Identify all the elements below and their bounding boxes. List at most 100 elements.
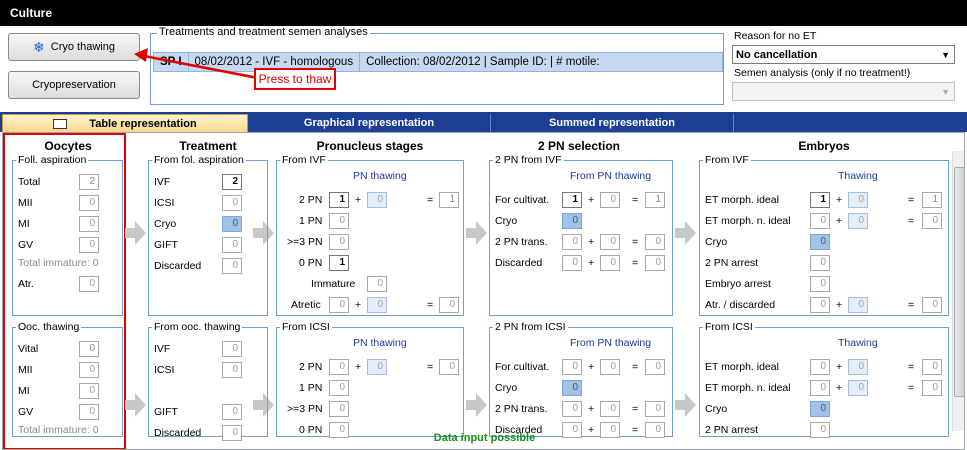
- treatment-thawing-legend: From ooc. thawing: [152, 321, 243, 333]
- label-discarded: Discarded: [495, 257, 543, 269]
- reason-dropdown[interactable]: No cancellation ▼: [732, 45, 955, 64]
- field-cryo[interactable]: 0: [222, 216, 242, 232]
- field-nideal[interactable]: 0: [810, 213, 830, 229]
- field-disc-thaw[interactable]: 0: [600, 255, 620, 271]
- tab-table-label: Table representation: [89, 117, 197, 130]
- field-trans[interactable]: 0: [562, 401, 582, 417]
- cryo-thawing-button[interactable]: ❄ Cryo thawing: [8, 33, 140, 61]
- plus-sign: +: [836, 299, 843, 311]
- field-gift[interactable]: 0: [222, 237, 242, 253]
- vertical-scrollbar[interactable]: [952, 151, 964, 431]
- field-atretic[interactable]: 0: [329, 297, 349, 313]
- plus-sign: +: [588, 361, 595, 373]
- field-nideal-sum: 0: [922, 380, 942, 396]
- pn-selection-title: 2 PN selection: [537, 139, 621, 153]
- equals-sign: =: [908, 194, 915, 206]
- field-ideal-thaw[interactable]: 0: [848, 359, 868, 375]
- field-cultivat-thaw[interactable]: 0: [600, 192, 620, 208]
- label-embryo-arrest: Embryo arrest: [705, 278, 771, 290]
- field-cultivat[interactable]: 0: [562, 359, 582, 375]
- field-disc[interactable]: 0: [562, 255, 582, 271]
- flow-arrow-icon: [675, 393, 696, 417]
- field-cultivat-sum: 0: [645, 359, 665, 375]
- field-icsi[interactable]: 0: [222, 195, 242, 211]
- from-pn-thawing-header: From PN thawing: [570, 170, 652, 182]
- field-embryo-arrest[interactable]: 0: [810, 276, 830, 292]
- scrollbar-thumb[interactable]: [954, 167, 964, 397]
- field-2pn-thaw[interactable]: 0: [367, 359, 387, 375]
- field-cryo[interactable]: 0: [810, 234, 830, 250]
- field-0pn[interactable]: 1: [329, 255, 349, 271]
- treatment-collection: Collection: 08/02/2012 | Sample ID: | # …: [366, 56, 600, 68]
- flow-arrow-icon: [675, 221, 696, 245]
- field-atretic-thaw[interactable]: 0: [367, 297, 387, 313]
- field-cryo[interactable]: 0: [562, 380, 582, 396]
- field-2pn-sum: 0: [439, 359, 459, 375]
- label-1pn: 1 PN: [299, 382, 323, 394]
- emb-ivf-legend: From IVF: [703, 154, 751, 166]
- field-2pn-thaw[interactable]: 0: [367, 192, 387, 208]
- label-2pn-trans: 2 PN trans.: [495, 236, 548, 248]
- annotation-arrow: [134, 48, 259, 80]
- field-3pn[interactable]: 0: [329, 234, 349, 250]
- sel-icsi-legend: 2 PN from ICSI: [493, 321, 568, 333]
- sel-icsi-box: 2 PN from ICSI From PN thawing For culti…: [489, 321, 673, 438]
- from-pn-thawing-header: From PN thawing: [570, 337, 652, 349]
- chevron-down-icon: ▼: [941, 49, 950, 60]
- field-ideal[interactable]: 1: [810, 192, 830, 208]
- tab-graphical[interactable]: Graphical representation: [248, 114, 491, 132]
- cryo-icon: ❄: [33, 38, 45, 55]
- field-nideal-thaw[interactable]: 0: [848, 213, 868, 229]
- field-trans-thaw[interactable]: 0: [600, 401, 620, 417]
- cryopreservation-button[interactable]: Cryopreservation: [8, 71, 140, 99]
- plus-sign: +: [836, 215, 843, 227]
- field-cryo[interactable]: 0: [562, 213, 582, 229]
- flow-arrow-icon: [125, 221, 146, 245]
- status-text: Data input possible: [433, 432, 536, 444]
- field-trans-thaw[interactable]: 0: [600, 234, 620, 250]
- pn-icsi-legend: From ICSI: [280, 321, 332, 333]
- field-3pn[interactable]: 0: [329, 401, 349, 417]
- field-ivf[interactable]: 0: [222, 341, 242, 357]
- field-atr-thaw[interactable]: 0: [848, 297, 868, 313]
- field-cultivat-thaw[interactable]: 0: [600, 359, 620, 375]
- field-trans[interactable]: 0: [562, 234, 582, 250]
- semen-dropdown[interactable]: ▼: [732, 82, 955, 101]
- field-cultivat[interactable]: 1: [562, 192, 582, 208]
- field-ivf[interactable]: 2: [222, 174, 242, 190]
- label-cryo: Cryo: [705, 236, 728, 248]
- tab-summed[interactable]: Summed representation: [491, 114, 734, 132]
- label-gift: GIFT: [154, 406, 178, 418]
- label-icsi: ICSI: [154, 197, 175, 209]
- field-1pn[interactable]: 0: [329, 380, 349, 396]
- field-discarded[interactable]: 0: [222, 258, 242, 274]
- label-ivf: IVF: [154, 343, 171, 355]
- label-2pn: 2 PN: [299, 194, 323, 206]
- field-2pn[interactable]: 0: [329, 359, 349, 375]
- field-2pn-arrest[interactable]: 0: [810, 255, 830, 271]
- field-ideal-thaw[interactable]: 0: [848, 192, 868, 208]
- press-to-thaw-callout: Press to thaw: [254, 68, 336, 90]
- field-nideal[interactable]: 0: [810, 380, 830, 396]
- field-nideal-sum: 0: [922, 213, 942, 229]
- label-icsi: ICSI: [154, 364, 175, 376]
- emb-ivf-box: From IVF Thawing ET morph. ideal 1 + 0 =…: [699, 154, 949, 316]
- field-1pn[interactable]: 0: [329, 213, 349, 229]
- field-nideal-thaw[interactable]: 0: [848, 380, 868, 396]
- label-ivf: IVF: [154, 176, 171, 188]
- field-2pn[interactable]: 1: [329, 192, 349, 208]
- field-atr[interactable]: 0: [810, 297, 830, 313]
- sel-ivf-box: 2 PN from IVF From PN thawing For cultiv…: [489, 154, 673, 316]
- tab-table[interactable]: Table representation: [2, 114, 248, 132]
- equals-sign: =: [908, 382, 915, 394]
- pn-ivf-legend: From IVF: [280, 154, 328, 166]
- plus-sign: +: [588, 194, 595, 206]
- label-immature: Immature: [311, 278, 356, 290]
- plus-sign: +: [355, 361, 362, 373]
- field-icsi[interactable]: 0: [222, 362, 242, 378]
- field-cryo[interactable]: 0: [810, 401, 830, 417]
- field-gift[interactable]: 0: [222, 404, 242, 420]
- field-disc-sum: 0: [645, 255, 665, 271]
- field-immature[interactable]: 0: [367, 276, 387, 292]
- field-ideal[interactable]: 0: [810, 359, 830, 375]
